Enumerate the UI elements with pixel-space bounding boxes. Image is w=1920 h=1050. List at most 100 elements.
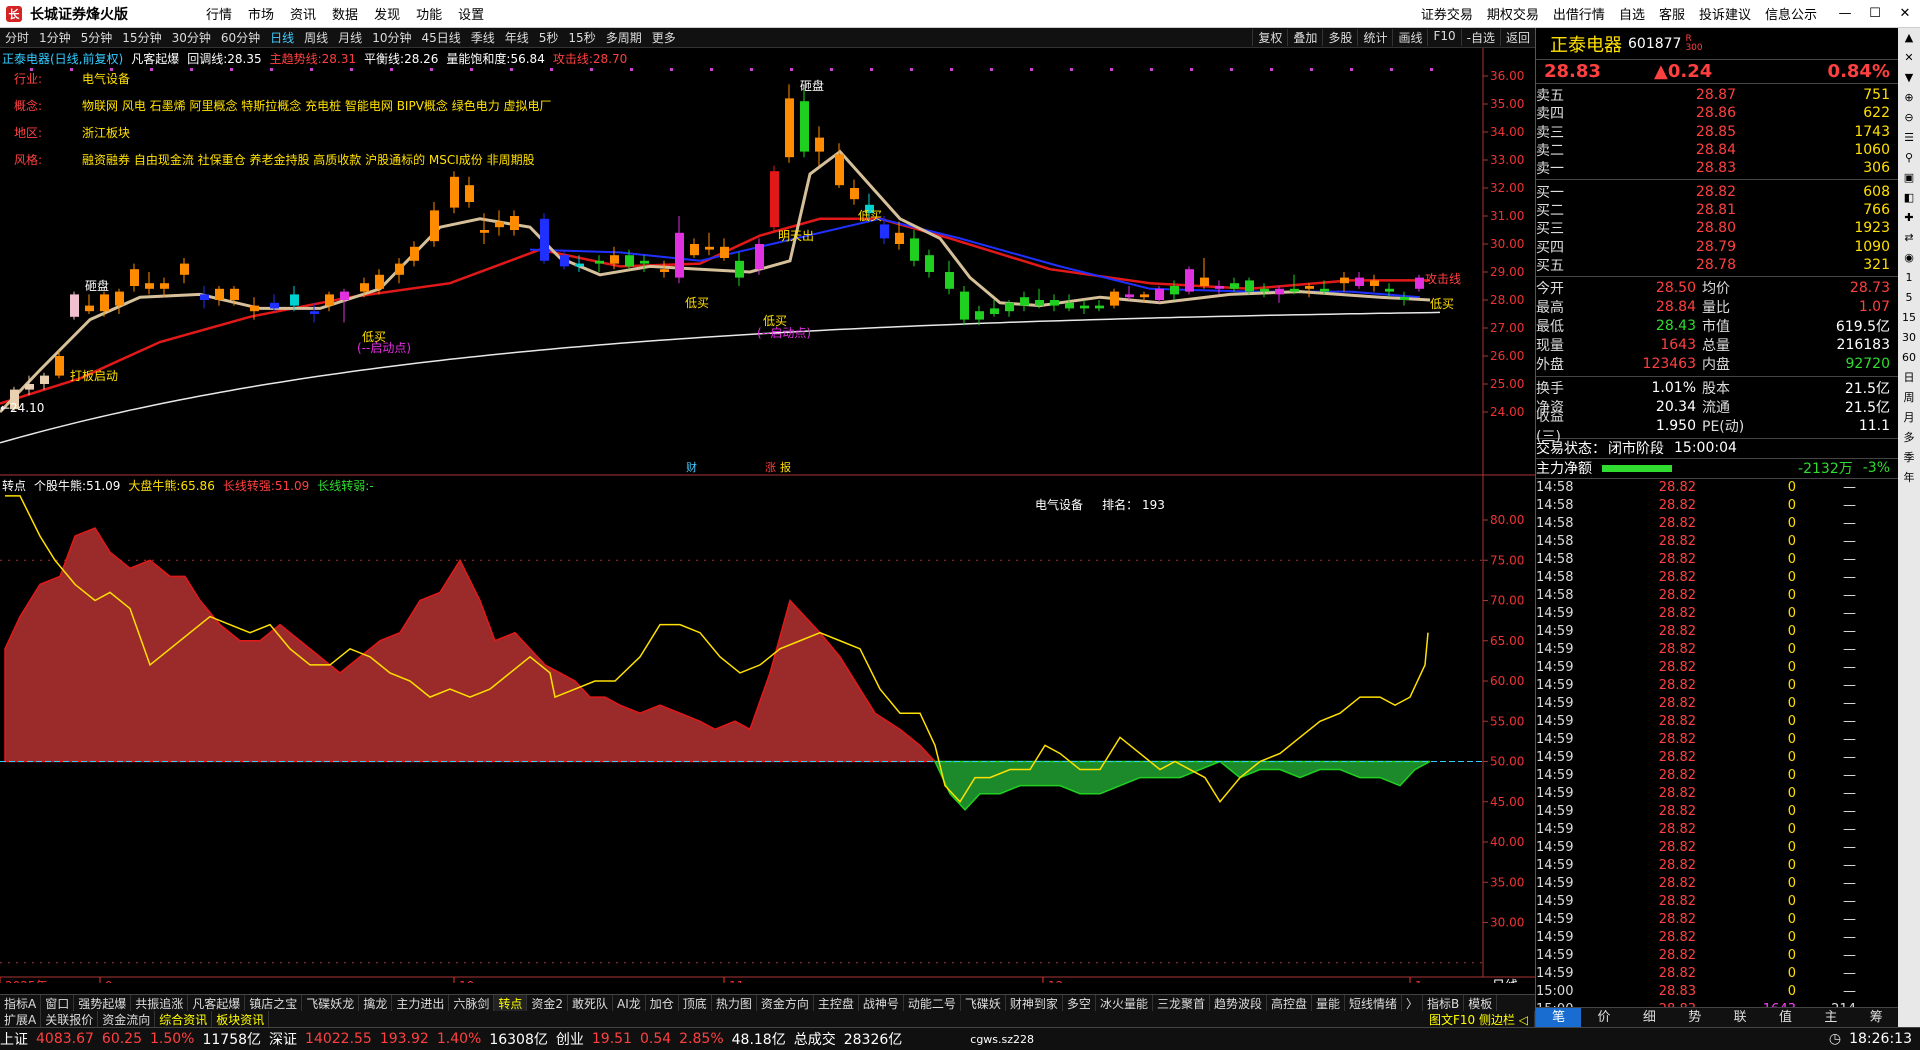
sidebar-tool-icon[interactable]: ▼	[1898, 68, 1920, 88]
menu-item[interactable]: 数据	[324, 4, 366, 23]
sidebar-tool-icon[interactable]: ✕	[1898, 48, 1920, 68]
sh-index-name[interactable]: 上证	[0, 1029, 28, 1049]
indicator-tab[interactable]: 指标A	[0, 995, 42, 1011]
indicator-tab[interactable]: 三龙聚首	[1153, 995, 1210, 1011]
indicator-tab[interactable]: 擒龙	[359, 995, 393, 1011]
indicator-tab[interactable]: 强势起爆	[74, 995, 132, 1011]
period-tab[interactable]: 年线	[500, 29, 534, 46]
period-tab[interactable]: 5秒	[534, 29, 564, 46]
indicator-tab[interactable]: 飞碟妖龙	[302, 995, 360, 1011]
period-tab[interactable]: 10分钟	[367, 29, 416, 46]
info-tab[interactable]: 板块资讯	[212, 1011, 270, 1027]
indicator-tab[interactable]: 六脉剑	[449, 995, 495, 1011]
book-row[interactable]: 买二 28.81 766	[1536, 201, 1898, 219]
sidebar-period[interactable]: 1	[1898, 268, 1920, 288]
sidebar-period[interactable]: 日	[1898, 368, 1920, 388]
toolbar-button[interactable]: 复权	[1252, 29, 1287, 46]
right-menu-item[interactable]: 自选	[1612, 4, 1652, 23]
indicator-tab[interactable]: 主控盘	[814, 995, 859, 1011]
sidebar-tool-icon[interactable]: ⊖	[1898, 108, 1920, 128]
toolbar-button[interactable]: 画线	[1392, 29, 1427, 46]
toolbar-button[interactable]: F10	[1427, 29, 1460, 46]
sidebar-tool-icon[interactable]: ☰	[1898, 128, 1920, 148]
indicator-tab[interactable]: 趋势波段	[1210, 995, 1267, 1011]
toolbar-button[interactable]: 多股	[1322, 29, 1357, 46]
book-row[interactable]: 卖一 28.83 306	[1536, 159, 1898, 177]
indicator-tab[interactable]: 敢死队	[568, 995, 614, 1011]
period-tab[interactable]: 5分钟	[76, 29, 118, 46]
period-tab[interactable]: 45日线	[416, 29, 465, 46]
indicator-tab[interactable]: 财神到家	[1006, 995, 1063, 1011]
book-row[interactable]: 卖四 28.86 622	[1536, 104, 1898, 122]
sidebar-period[interactable]: 季	[1898, 448, 1920, 468]
menu-item[interactable]: 资讯	[282, 4, 324, 23]
sz-index-name[interactable]: 深证	[269, 1029, 297, 1049]
book-row[interactable]: 买四 28.79 1090	[1536, 237, 1898, 256]
period-tab[interactable]: 季线	[466, 29, 500, 46]
right-menu-item[interactable]: 投诉建议	[1692, 4, 1758, 23]
menu-item[interactable]: 设置	[450, 4, 492, 23]
indicator-tab[interactable]: 转点	[494, 995, 528, 1011]
indicator-tab[interactable]: 主力进出	[392, 995, 450, 1011]
cy-index-name[interactable]: 创业	[556, 1029, 584, 1049]
indicator-tab[interactable]: 战神号	[859, 995, 904, 1011]
info-tab[interactable]: 综合资讯	[155, 1011, 213, 1027]
period-tab[interactable]: 周线	[299, 29, 333, 46]
book-row[interactable]: 卖五 28.87 751	[1536, 86, 1898, 104]
indicator-tab[interactable]: 短线情绪	[1345, 995, 1403, 1011]
menu-item[interactable]: 市场	[240, 4, 282, 23]
indicator-tab[interactable]: 高控盘	[1267, 995, 1312, 1011]
indicator-tab[interactable]: 冰火量能	[1096, 995, 1153, 1011]
period-tab[interactable]: 30分钟	[167, 29, 216, 46]
sidebar-period[interactable]: 60	[1898, 348, 1920, 368]
sidebar-tool-icon[interactable]: ▲	[1898, 28, 1920, 48]
sidebar-tool-icon[interactable]: ✚	[1898, 208, 1920, 228]
sidebar-period[interactable]: 月	[1898, 408, 1920, 428]
period-tab[interactable]: 日线	[265, 29, 299, 46]
quote-tab[interactable]: 细	[1627, 1008, 1672, 1027]
right-menu-item[interactable]: 期权交易	[1480, 4, 1546, 23]
sidebar-period[interactable]: 年	[1898, 468, 1920, 488]
sidebar-period[interactable]: 5	[1898, 288, 1920, 308]
indicator-tab[interactable]: 共振追涨	[131, 995, 189, 1011]
right-menu-item[interactable]: 信息公示	[1758, 4, 1824, 23]
toolbar-button[interactable]: -自选	[1460, 29, 1500, 46]
tabs2-right[interactable]: 图文F10 侧边栏 ◁	[1425, 1011, 1535, 1027]
sidebar-period[interactable]: 多	[1898, 428, 1920, 448]
period-tab[interactable]: 1分钟	[34, 29, 76, 46]
quote-tab[interactable]: 值	[1763, 1008, 1808, 1027]
toolbar-button[interactable]: 叠加	[1287, 29, 1322, 46]
indicator-tab[interactable]: 资金方向	[757, 995, 814, 1011]
indicator-tab[interactable]: 动能二号	[904, 995, 961, 1011]
period-tab[interactable]: 多周期	[601, 29, 647, 46]
menu-item[interactable]: 功能	[408, 4, 450, 23]
right-menu-item[interactable]: 出借行情	[1546, 4, 1612, 23]
close-icon[interactable]: ✕	[1890, 6, 1920, 21]
toolbar-button[interactable]: 统计	[1357, 29, 1392, 46]
sidebar-tool-icon[interactable]: ◧	[1898, 188, 1920, 208]
sidebar-period[interactable]: 15	[1898, 308, 1920, 328]
indicator-tab[interactable]: 指标B	[1423, 995, 1465, 1011]
indicator-tab[interactable]: 顶底	[679, 995, 712, 1011]
quote-tab[interactable]: 价	[1581, 1008, 1626, 1027]
period-tab[interactable]: 60分钟	[216, 29, 265, 46]
quote-tab[interactable]: 筹	[1854, 1008, 1899, 1027]
toolbar-button[interactable]: 返回	[1499, 29, 1535, 46]
indicator-tab[interactable]: 窗口	[41, 995, 75, 1011]
period-tab[interactable]: 15分钟	[117, 29, 166, 46]
indicator-tab[interactable]: 热力图	[712, 995, 757, 1011]
book-row[interactable]: 买一 28.82 608	[1536, 182, 1898, 201]
book-row[interactable]: 买五 28.78 321	[1536, 256, 1898, 274]
period-tab[interactable]: 更多	[647, 29, 681, 46]
indicator-tab[interactable]: AI龙	[613, 995, 646, 1011]
sidebar-tool-icon[interactable]: ⚲	[1898, 148, 1920, 168]
menu-item[interactable]: 发现	[366, 4, 408, 23]
right-menu-item[interactable]: 客服	[1652, 4, 1692, 23]
indicator-tab[interactable]: 〉	[1402, 995, 1424, 1011]
menu-item[interactable]: 行情	[198, 4, 240, 23]
maximize-icon[interactable]: ☐	[1860, 6, 1890, 21]
minimize-icon[interactable]: —	[1830, 6, 1860, 21]
quote-tab[interactable]: 联	[1718, 1008, 1763, 1027]
sidebar-period[interactable]: 30	[1898, 328, 1920, 348]
period-tab[interactable]: 月线	[333, 29, 367, 46]
